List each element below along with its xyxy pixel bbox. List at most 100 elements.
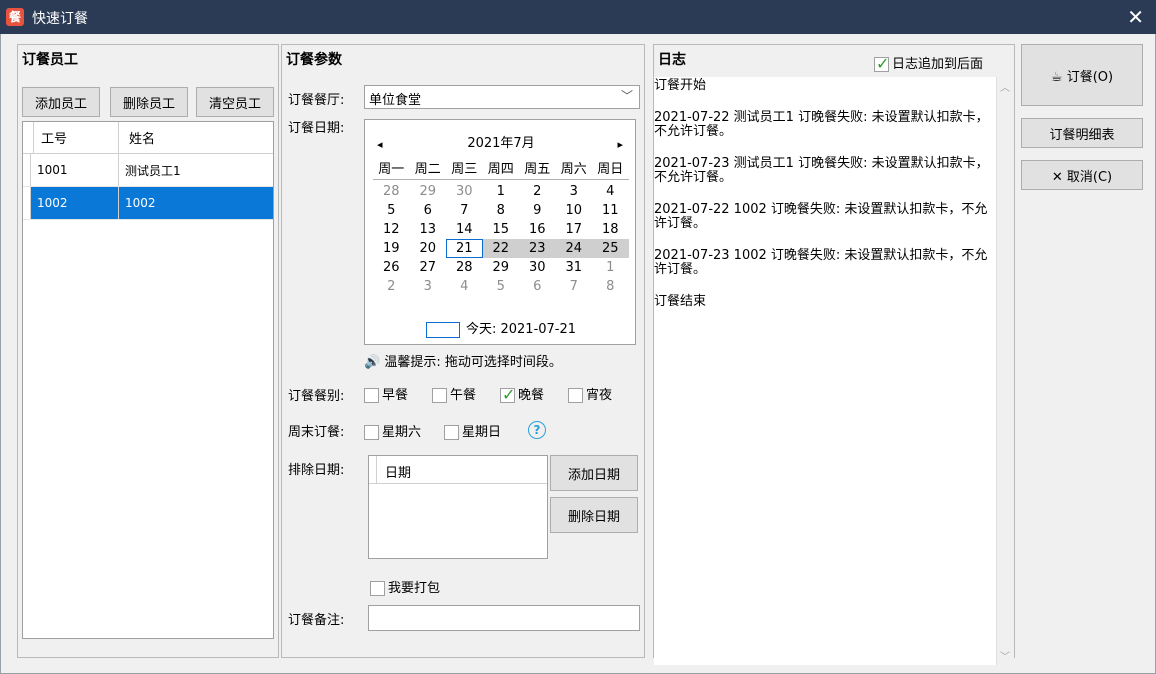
calendar-day[interactable]: 6 — [410, 201, 447, 220]
calendar-day[interactable]: 1 — [483, 182, 520, 201]
add-employee-button[interactable]: 添加员工 — [22, 87, 100, 117]
order-detail-button[interactable]: 订餐明细表 — [1021, 118, 1143, 148]
scroll-down-icon[interactable]: ﹀ — [1000, 648, 1010, 663]
meal-label: 订餐餐别: — [288, 389, 345, 404]
calendar-day[interactable]: 31 — [556, 258, 593, 277]
calendar-day[interactable]: 2 — [373, 277, 410, 296]
dialog-body: 订餐员工 添加员工 删除员工 清空员工 工号 姓名 1001 测试员工1 100… — [0, 34, 1156, 674]
checkbox-late-night[interactable]: 宵夜 — [568, 384, 612, 403]
calendar-week-2: 5 6 7 8 9 10 11 — [373, 201, 629, 220]
log-scrollbar[interactable]: ︿ ﹀ — [996, 77, 1014, 665]
calendar-day-today[interactable]: 21 — [446, 239, 483, 258]
calendar-day[interactable]: 8 — [592, 277, 629, 296]
calendar-day[interactable]: 3 — [556, 182, 593, 201]
checkbox-pack[interactable]: 我要打包 — [370, 577, 440, 596]
calendar[interactable]: ◂ 2021年7月 ▸ 周一 周二 周三 周四 周五 周六 周日 28 29 3… — [364, 119, 636, 345]
calendar-day[interactable]: 18 — [592, 220, 629, 239]
calendar-day[interactable]: 26 — [373, 258, 410, 277]
checkbox-lunch[interactable]: 午餐 — [432, 384, 476, 403]
calendar-day[interactable]: 8 — [483, 201, 520, 220]
calendar-week-1: 28 29 30 1 2 3 4 — [373, 182, 629, 201]
checkbox-sunday[interactable]: 星期日 — [444, 421, 501, 440]
note-input[interactable] — [368, 605, 640, 631]
calendar-day[interactable]: 9 — [519, 201, 556, 220]
employee-table-header: 工号 姓名 — [23, 122, 273, 154]
checkbox-log-append[interactable]: 日志追加到后面 — [874, 53, 983, 73]
log-entry: 2021-07-23 测试员工1 订晚餐失败: 未设置默认扣款卡，不允许订餐。 — [654, 156, 989, 185]
restaurant-select[interactable]: 单位食堂 ﹀ — [364, 85, 640, 109]
checkbox-label: 星期日 — [462, 425, 502, 440]
calendar-today-link[interactable]: 今天: 2021-07-21 — [365, 318, 637, 338]
calendar-day[interactable]: 17 — [556, 220, 593, 239]
order-button[interactable]: ☕ 订餐(O) — [1021, 44, 1143, 106]
calendar-day[interactable]: 14 — [446, 220, 483, 239]
calendar-day[interactable]: 19 — [373, 239, 410, 258]
next-month-icon[interactable]: ▸ — [617, 138, 623, 151]
delete-date-button[interactable]: 删除日期 — [550, 497, 638, 533]
employees-panel: 订餐员工 添加员工 删除员工 清空员工 工号 姓名 1001 测试员工1 100… — [17, 44, 279, 658]
calendar-day[interactable]: 7 — [556, 277, 593, 296]
calendar-day[interactable]: 10 — [556, 201, 593, 220]
employee-name-cell: 测试员工1 — [125, 163, 181, 178]
calendar-day[interactable]: 16 — [519, 220, 556, 239]
calendar-day[interactable]: 30 — [446, 182, 483, 201]
calendar-day[interactable]: 27 — [410, 258, 447, 277]
close-icon[interactable]: ✕ — [1127, 5, 1144, 29]
date-label: 订餐日期: — [288, 121, 345, 136]
calendar-day[interactable]: 13 — [410, 220, 447, 239]
calendar-weekday-row: 周一 周二 周三 周四 周五 周六 周日 — [373, 160, 629, 180]
table-row-selected[interactable]: 1002 1002 — [23, 187, 273, 220]
employee-table[interactable]: 工号 姓名 1001 测试员工1 1002 1002 — [22, 121, 274, 639]
calendar-day[interactable]: 29 — [483, 258, 520, 277]
table-row[interactable]: 1001 测试员工1 — [23, 154, 273, 187]
log-entry: 2021-07-23 1002 订晚餐失败: 未设置默认扣款卡，不允许订餐。 — [654, 248, 988, 277]
scroll-up-icon[interactable]: ︿ — [1000, 79, 1010, 94]
column-header-id[interactable]: 工号 — [31, 122, 119, 153]
checkbox-icon — [432, 388, 447, 403]
checkbox-dinner[interactable]: 晚餐 — [500, 384, 544, 404]
weekday-sat: 周六 — [560, 162, 587, 177]
calendar-day[interactable]: 5 — [373, 201, 410, 220]
column-header-date[interactable]: 日期 — [385, 462, 411, 481]
today-marker-icon — [425, 321, 460, 338]
calendar-day[interactable]: 20 — [410, 239, 447, 258]
employee-id-cell: 1001 — [31, 154, 119, 186]
calendar-day-selected[interactable]: 25 — [592, 239, 629, 258]
clear-employees-button[interactable]: 清空员工 — [196, 87, 274, 117]
checkbox-saturday[interactable]: 星期六 — [364, 421, 421, 440]
calendar-day[interactable]: 29 — [410, 182, 447, 201]
calendar-day[interactable]: 11 — [592, 201, 629, 220]
exclude-date-list[interactable]: 日期 — [368, 455, 548, 559]
calendar-day[interactable]: 28 — [446, 258, 483, 277]
exclude-date-header: 日期 — [369, 456, 547, 484]
calendar-day-selected[interactable]: 24 — [555, 239, 592, 258]
restaurant-label: 订餐餐厅: — [288, 93, 345, 108]
employees-panel-title: 订餐员工 — [22, 52, 78, 68]
cancel-button[interactable]: ✕ 取消(C) — [1021, 160, 1143, 190]
column-header-name[interactable]: 姓名 — [119, 122, 273, 153]
cancel-button-label: 取消(C) — [1066, 169, 1113, 185]
calendar-day[interactable]: 4 — [592, 182, 629, 201]
calendar-day[interactable]: 1 — [592, 258, 629, 277]
delete-employee-button[interactable]: 删除员工 — [110, 87, 188, 117]
calendar-day[interactable]: 5 — [483, 277, 520, 296]
calendar-day[interactable]: 30 — [519, 258, 556, 277]
weekday-thu: 周四 — [487, 162, 514, 177]
log-textarea[interactable]: 订餐开始 2021-07-22 测试员工1 订晚餐失败: 未设置默认扣款卡，不允… — [654, 77, 1014, 665]
calendar-day[interactable]: 12 — [373, 220, 410, 239]
calendar-day[interactable]: 15 — [483, 220, 520, 239]
calendar-day[interactable]: 6 — [519, 277, 556, 296]
add-date-button[interactable]: 添加日期 — [550, 455, 638, 491]
calendar-day[interactable]: 4 — [446, 277, 483, 296]
help-icon[interactable]: ? — [528, 421, 546, 439]
calendar-day[interactable]: 2 — [519, 182, 556, 201]
restaurant-value: 单位食堂 — [369, 93, 422, 108]
calendar-day-selected[interactable]: 23 — [519, 239, 556, 258]
calendar-day[interactable]: 7 — [446, 201, 483, 220]
calendar-day[interactable]: 3 — [410, 277, 447, 296]
calendar-day-selected[interactable]: 22 — [482, 239, 519, 258]
checkbox-breakfast[interactable]: 早餐 — [364, 384, 408, 403]
speaker-icon: 🔊 — [364, 355, 381, 370]
calendar-month-title[interactable]: 2021年7月 — [365, 132, 637, 151]
calendar-day[interactable]: 28 — [373, 182, 410, 201]
